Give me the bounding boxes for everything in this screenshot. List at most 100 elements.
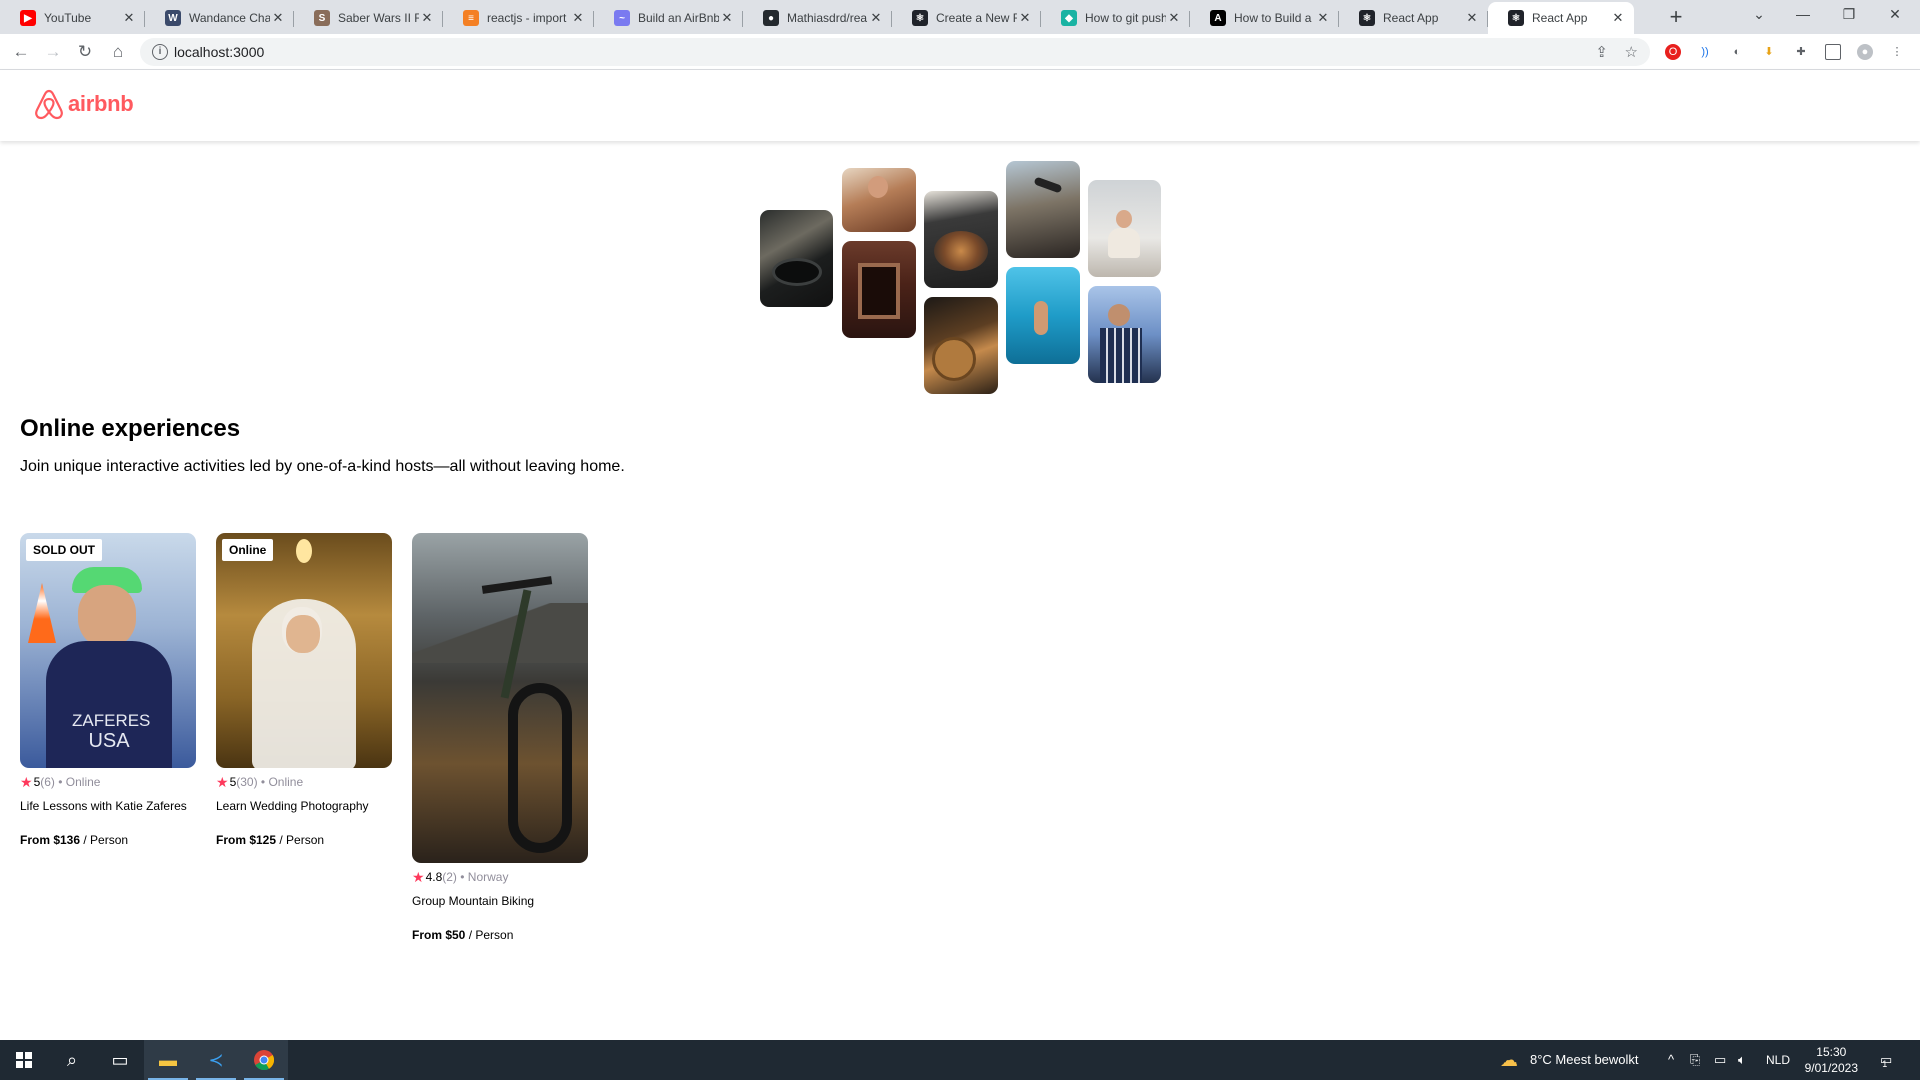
side-panel-icon[interactable] — [1825, 44, 1841, 60]
profile-avatar-icon[interactable]: ● — [1857, 44, 1873, 60]
home-icon[interactable]: ⌂ — [106, 40, 130, 64]
star-icon: ★ — [216, 774, 229, 790]
card-separator: • — [54, 775, 66, 789]
tab-title: Build an AirBnb — [638, 11, 719, 25]
extension-glasses-icon[interactable]: ◐ — [1729, 44, 1745, 60]
windows-logo-icon — [16, 1052, 32, 1068]
extension-wave-icon[interactable]: )) — [1697, 44, 1713, 60]
tab-close-icon[interactable]: ✕ — [1464, 10, 1480, 26]
airbnb-logo[interactable]: airbnb — [34, 88, 134, 120]
card-rating: 4.8 — [425, 870, 443, 884]
status-badge: SOLD OUT — [26, 539, 102, 561]
tab-title: YouTube — [44, 11, 92, 25]
browser-tab[interactable]: ⚛ React App ✕ — [1339, 2, 1488, 34]
new-tab-button[interactable]: + — [1662, 4, 1690, 32]
experience-card[interactable]: ★ 4.8 (2) • Norway Group Mountain Biking… — [412, 533, 588, 942]
address-url[interactable]: localhost:3000 — [174, 44, 264, 60]
search-icon[interactable]: ⌕ — [48, 1040, 96, 1080]
microphone-photo — [1006, 161, 1080, 258]
react-icon: ⚛ — [912, 10, 928, 26]
card-stats: ★ 5 (30) • Online — [216, 775, 392, 789]
tab-close-icon[interactable]: ✕ — [570, 10, 586, 26]
extension-download-icon[interactable]: ⬇ — [1761, 44, 1777, 60]
tab-close-icon[interactable]: ✕ — [1017, 10, 1033, 26]
experience-card[interactable]: ZAFERES USA SOLD OUT ★ 5 (6) • Online Li… — [20, 533, 196, 847]
tab-title: React App — [1383, 11, 1439, 25]
card-price: From $136 / Person — [20, 833, 196, 847]
tab-title: Create a New Re — [936, 11, 1017, 25]
browser-tab[interactable]: W Wandance Chap ✕ — [145, 2, 294, 34]
opera-extension-icon[interactable]: O — [1665, 44, 1681, 60]
file-explorer-icon[interactable]: ▬ — [144, 1040, 192, 1080]
card-photo — [412, 533, 588, 863]
card-stats: ★ 5 (6) • Online — [20, 775, 196, 789]
status-badge: Online — [222, 539, 274, 561]
tab-close-icon[interactable]: ✕ — [1610, 10, 1626, 26]
minimize-button[interactable]: — — [1780, 0, 1826, 30]
vscode-icon[interactable]: ≺ — [192, 1040, 240, 1080]
browser-tab[interactable]: S Saber Wars II Re✕ — [294, 2, 443, 34]
tab-title: How to git push — [1085, 11, 1166, 25]
network-icon[interactable]: ▭ — [1714, 1040, 1726, 1080]
extensions-puzzle-icon[interactable]: ✚ — [1793, 44, 1809, 60]
card-title: Group Mountain Biking — [412, 894, 535, 908]
card-separator: • — [456, 870, 468, 884]
close-window-button[interactable]: ✕ — [1872, 0, 1918, 30]
language-indicator[interactable]: NLD — [1766, 1040, 1790, 1080]
tab-search-icon[interactable]: ⌄ — [1736, 0, 1782, 30]
tab-close-icon[interactable]: ✕ — [1166, 10, 1182, 26]
share-icon[interactable]: ⇪ — [1595, 43, 1608, 61]
browser-tab[interactable]: ≡ reactjs - import ✕ — [443, 2, 594, 34]
task-view-icon[interactable]: ▭ — [96, 1040, 144, 1080]
card-price-amount: From $125 — [216, 833, 277, 847]
notification-count: 1 — [1882, 1059, 1888, 1069]
medium-icon: A — [1210, 10, 1226, 26]
freecodecamp-icon: ◆ — [1061, 10, 1077, 26]
tab-title: Mathiasdrd/rea — [787, 11, 868, 25]
notifications-icon[interactable]: ▭1 — [1880, 1040, 1897, 1080]
bookmark-star-icon[interactable]: ☆ — [1625, 43, 1638, 61]
star-icon: ★ — [20, 774, 33, 790]
chrome-icon[interactable] — [240, 1040, 288, 1080]
browser-tab[interactable]: ⚛ React App ✕ — [1488, 2, 1634, 34]
browser-tab[interactable]: ▶ YouTube ✕ — [0, 2, 145, 34]
airbnb-logo-icon — [35, 89, 63, 120]
card-price-unit: / Person — [279, 833, 325, 847]
address-bar[interactable]: i localhost:3000 ⇪ ☆ — [140, 38, 1650, 66]
windows-start-icon[interactable] — [0, 1040, 48, 1080]
browser-tab[interactable]: ● Mathiasdrd/rea ✕ — [743, 2, 892, 34]
dancer-doorway-photo — [842, 241, 916, 338]
card-review-count: (2) — [442, 870, 457, 884]
reload-icon[interactable]: ↻ — [73, 40, 97, 64]
show-hidden-icons-chevron[interactable]: ^ — [1668, 1040, 1674, 1080]
back-icon[interactable]: ← — [9, 40, 33, 64]
weather-cloud-icon[interactable]: ☁ — [1500, 1040, 1518, 1080]
react-icon: ⚛ — [1508, 10, 1524, 26]
volume-icon[interactable]: 🔈︎ — [1738, 1040, 1746, 1080]
menu-kebab-icon[interactable]: ⋮ — [1889, 44, 1905, 60]
weather-text[interactable]: 8°C Meest bewolkt — [1530, 1040, 1639, 1080]
browser-tab[interactable]: ~ Build an AirBnb ✕ — [594, 2, 743, 34]
network-share-icon[interactable]: ⎘ — [1690, 1040, 1700, 1080]
system-clock[interactable]: 15:30 9/01/2023 — [1805, 1044, 1858, 1076]
browser-tab[interactable]: ◆ How to git push ✕ — [1041, 2, 1190, 34]
browser-tab[interactable]: A How to Build a R ✕ — [1190, 2, 1339, 34]
tab-close-icon[interactable]: ✕ — [1315, 10, 1331, 26]
tab-close-icon[interactable]: ✕ — [419, 10, 435, 26]
tab-close-icon[interactable]: ✕ — [719, 10, 735, 26]
tab-title: How to Build a R — [1234, 11, 1315, 25]
windows-taskbar: ⌕ ▭ ▬ ≺ ☁ 8°C Meest bewolkt ^ ⎘ ▭ 🔈︎ NLD… — [0, 1040, 1920, 1080]
star-icon: ★ — [412, 869, 425, 885]
site-info-icon[interactable]: i — [152, 44, 168, 60]
tab-close-icon[interactable]: ✕ — [121, 10, 137, 26]
card-location: Norway — [467, 870, 509, 884]
tab-title: React App — [1532, 11, 1588, 25]
forward-icon[interactable]: → — [41, 40, 65, 64]
card-price: From $125 / Person — [216, 833, 392, 847]
browser-tab[interactable]: ⚛ Create a New Re✕ — [892, 2, 1041, 34]
restore-button[interactable]: ❐ — [1826, 0, 1872, 30]
cooking-pot-photo — [760, 210, 833, 307]
tab-close-icon[interactable]: ✕ — [270, 10, 286, 26]
tab-close-icon[interactable]: ✕ — [868, 10, 884, 26]
experience-card[interactable]: Online ★ 5 (30) • Online Learn Wedding P… — [216, 533, 392, 847]
